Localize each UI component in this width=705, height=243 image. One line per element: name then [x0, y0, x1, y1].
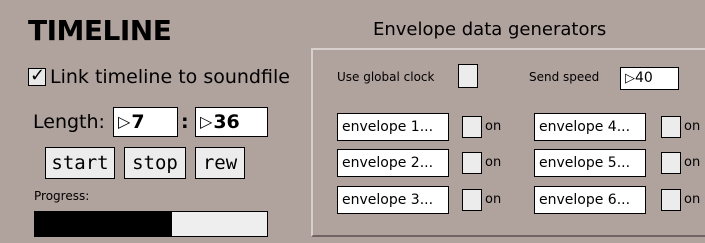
number-arrow-icon: ▷ [118, 112, 131, 131]
envelope-3-on-checkbox[interactable] [462, 189, 482, 211]
envelope-5-on-label: on [684, 155, 701, 170]
envelope-3-button[interactable]: envelope 3... [337, 186, 449, 214]
envelope-6-button[interactable]: envelope 6... [534, 186, 646, 214]
envelope-4-on-label: on [684, 119, 701, 134]
envelope-1-button[interactable]: envelope 1... [337, 113, 449, 141]
start-button[interactable]: start [45, 147, 115, 179]
envelope-5-on-checkbox[interactable] [661, 152, 681, 174]
link-timeline-checkbox[interactable] [28, 65, 46, 87]
progress-bar [34, 211, 268, 237]
envelope-1-on-checkbox[interactable] [462, 116, 482, 138]
send-speed-value: 40 [635, 70, 653, 86]
link-timeline-row[interactable]: Link timeline to soundfile [28, 65, 290, 88]
link-timeline-label: Link timeline to soundfile [50, 66, 290, 88]
timeline-title: TIMELINE [28, 14, 172, 47]
envelope-4-button[interactable]: envelope 4... [534, 113, 646, 141]
envelope-4-on-checkbox[interactable] [661, 116, 681, 138]
progress-bar-fill [35, 212, 172, 236]
number-arrow-icon: ▷ [200, 112, 213, 131]
send-speed-label: Send speed [529, 70, 600, 84]
envelopes-title: Envelope data generators [373, 19, 607, 40]
length-minutes-field[interactable]: ▷ 7 [113, 107, 178, 137]
envelope-2-on-checkbox[interactable] [462, 152, 482, 174]
envelope-6-on-checkbox[interactable] [661, 189, 681, 211]
envelope-3-on-label: on [485, 192, 502, 207]
global-clock-checkbox[interactable] [458, 64, 478, 88]
envelope-2-on-label: on [485, 155, 502, 170]
length-label: Length: [33, 111, 105, 133]
global-clock-label: Use global clock [337, 70, 435, 84]
envelope-5-button[interactable]: envelope 5... [534, 149, 646, 177]
length-colon: : [181, 111, 189, 133]
length-seconds-value: 36 [213, 111, 240, 133]
length-minutes-value: 7 [131, 111, 145, 133]
progress-label: Progress: [34, 189, 90, 203]
stop-button[interactable]: stop [124, 147, 186, 179]
send-speed-field[interactable]: ▷40 [620, 67, 679, 90]
envelope-6-on-label: on [684, 192, 701, 207]
envelope-1-on-label: on [485, 119, 502, 134]
rew-button[interactable]: rew [195, 147, 245, 179]
number-arrow-icon: ▷ [625, 71, 635, 86]
length-seconds-field[interactable]: ▷ 36 [195, 107, 268, 137]
envelope-2-button[interactable]: envelope 2... [337, 149, 449, 177]
